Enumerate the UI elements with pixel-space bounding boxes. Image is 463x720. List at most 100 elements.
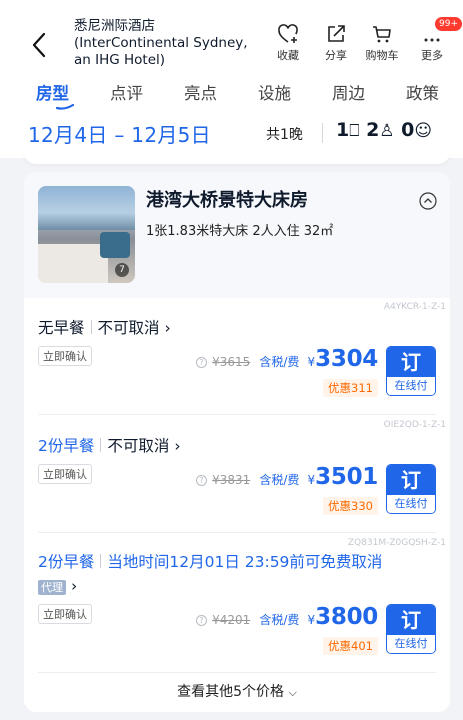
previous-card-edge xyxy=(24,150,450,164)
more-prices-button[interactable]: 查看其他5个价格 ⌵ xyxy=(24,672,450,712)
hotel-title: 悉尼洲际酒店 (InterContinental Sydney, an IHG … xyxy=(74,18,264,69)
rate-conditions[interactable]: 2份早餐 当地时间12月01日 23:59前可免费取消 xyxy=(38,550,382,572)
discount-tag[interactable]: 优惠401 xyxy=(323,637,378,655)
more-label: 更多 xyxy=(421,49,443,62)
question-icon[interactable]: ? xyxy=(196,615,208,626)
tab-nearby[interactable]: 周边 xyxy=(332,80,365,104)
chevron-down-icon: ⌵ xyxy=(288,686,297,699)
divider xyxy=(90,320,92,334)
hotel-name-cn: 悉尼洲际酒店 xyxy=(74,18,155,34)
photo-window xyxy=(38,186,135,230)
cart-label: 购物车 xyxy=(365,49,399,62)
rooms-count: 1 xyxy=(336,119,350,141)
book-button[interactable]: 订 在线付 xyxy=(386,604,436,654)
share-button[interactable]: 分享 xyxy=(312,22,360,63)
date-bar: 12月4日 – 12月5日 共1晚 1⎕ 2♙ 0☺ xyxy=(0,114,463,154)
book-label: 订 xyxy=(387,465,435,495)
notification-badge: 99+ xyxy=(434,16,463,32)
instant-confirm-tag: 立即确认 xyxy=(38,604,92,624)
agent-row: 代理 › xyxy=(38,576,77,595)
top-panel: 悉尼洲际酒店 (InterContinental Sydney, an IHG … xyxy=(0,0,463,158)
room-photo[interactable]: 7 xyxy=(38,186,135,283)
question-icon[interactable]: ? xyxy=(196,475,208,486)
original-price: ¥3615 xyxy=(212,355,251,369)
cancel-policy: 不可取消 xyxy=(107,437,170,455)
price: 3501 xyxy=(315,464,378,490)
discount-tag[interactable]: 优惠311 xyxy=(323,379,378,397)
cart-icon xyxy=(373,26,391,43)
divider xyxy=(100,438,102,452)
children-count: 0 xyxy=(401,119,415,141)
more-prices-label: 查看其他5个价格 xyxy=(177,684,285,700)
instant-confirm-tag: 立即确认 xyxy=(38,346,92,366)
room-icon: ⎕ xyxy=(349,121,360,141)
book-label: 订 xyxy=(387,605,435,635)
nights-count: 共1晚 xyxy=(266,127,303,143)
tax-label: 含税/费 xyxy=(259,355,300,369)
original-price: ¥3831 xyxy=(212,473,251,487)
instant-confirm-tag: 立即确认 xyxy=(38,464,92,484)
hotel-name-en: (InterContinental Sydney, an IHG Hotel) xyxy=(74,35,248,68)
question-icon[interactable]: ? xyxy=(196,357,208,368)
rate-code: ZQ831M-Z0GQSH-Z-1 xyxy=(347,538,446,548)
photo-chair xyxy=(100,232,130,258)
tab-highlights[interactable]: 亮点 xyxy=(184,80,217,104)
header: 悉尼洲际酒店 (InterContinental Sydney, an IHG … xyxy=(0,16,463,74)
tab-room-types[interactable]: 房型 xyxy=(36,80,69,104)
book-label: 订 xyxy=(387,347,435,377)
rate-conditions[interactable]: 2份早餐 不可取消 › xyxy=(38,434,181,456)
agent-tag: 代理 xyxy=(38,580,66,595)
more-button[interactable]: 99+ 更多 xyxy=(408,16,463,63)
room-name: 港湾大桥景特大床房 xyxy=(146,190,308,211)
meal-plan: 2份早餐 xyxy=(38,437,95,455)
chevron-left-icon xyxy=(32,32,46,58)
price: 3800 xyxy=(315,604,378,630)
price-line: ? ¥4201 含税/费 ¥3800 xyxy=(196,604,378,630)
share-icon xyxy=(328,25,345,42)
discount-tag[interactable]: 优惠330 xyxy=(323,497,378,515)
heart-plus-icon xyxy=(278,24,298,43)
meal-plan: 2份早餐 xyxy=(38,553,95,571)
photo-bed xyxy=(38,244,108,283)
room-card: 7 港湾大桥景特大床房 1张1.83米特大床 2人入住 32㎡ A4YKCR-1… xyxy=(24,172,450,712)
date-range[interactable]: 12月4日 – 12月5日 xyxy=(28,119,211,148)
cancel-policy: 不可取消 xyxy=(97,319,160,337)
tab-reviews[interactable]: 点评 xyxy=(110,80,143,104)
divider xyxy=(100,554,102,568)
pay-online-label: 在线付 xyxy=(387,635,435,653)
rate-code: OIE2QD-1-Z-1 xyxy=(383,420,446,430)
tab-policies[interactable]: 政策 xyxy=(406,80,439,104)
pay-online-label: 在线付 xyxy=(387,377,435,395)
tax-label: 含税/费 xyxy=(259,613,300,627)
tab-facilities[interactable]: 设施 xyxy=(258,80,291,104)
rate-offer: OIE2QD-1-Z-1 2份早餐 不可取消 › 立即确认 ? ¥3831 含税/… xyxy=(24,414,450,532)
chevron-right-icon: › xyxy=(174,437,181,455)
favorite-label: 收藏 xyxy=(277,49,299,62)
child-icon: ☺ xyxy=(414,121,433,141)
rate-conditions[interactable]: 无早餐 不可取消 › xyxy=(38,316,171,338)
price-line: ? ¥3615 含税/费 ¥3304 xyxy=(196,346,378,372)
meal-plan: 无早餐 xyxy=(38,319,85,337)
rate-code: A4YKCR-1-Z-1 xyxy=(383,302,446,312)
chevron-right-icon[interactable]: › xyxy=(71,577,77,595)
cart-button[interactable]: 购物车 xyxy=(358,22,406,63)
price-line: ? ¥3831 含税/费 ¥3501 xyxy=(196,464,378,490)
book-button[interactable]: 订 在线付 xyxy=(386,346,436,396)
guest-selector[interactable]: 1⎕ 2♙ 0☺ xyxy=(336,119,432,141)
tax-label: 含税/费 xyxy=(259,473,300,487)
collapse-icon[interactable] xyxy=(419,192,437,210)
adults-count: 2 xyxy=(366,119,380,141)
price: 3304 xyxy=(315,346,378,372)
book-button[interactable]: 订 在线付 xyxy=(386,464,436,514)
back-button[interactable] xyxy=(28,29,50,61)
tab-bar: 房型 点评 亮点 设施 周边 政策 xyxy=(0,80,463,110)
favorite-button[interactable]: 收藏 xyxy=(264,22,312,63)
rate-offer: ZQ831M-Z0GQSH-Z-1 2份早餐 当地时间12月01日 23:59前可… xyxy=(24,532,450,672)
divider xyxy=(322,123,323,143)
adult-icon: ♙ xyxy=(379,121,395,141)
room-header[interactable]: 7 港湾大桥景特大床房 1张1.83米特大床 2人入住 32㎡ xyxy=(24,172,450,298)
photo-count: 7 xyxy=(115,263,129,277)
share-label: 分享 xyxy=(325,49,347,62)
pay-online-label: 在线付 xyxy=(387,495,435,513)
room-description: 1张1.83米特大床 2人入住 32㎡ xyxy=(146,224,334,239)
